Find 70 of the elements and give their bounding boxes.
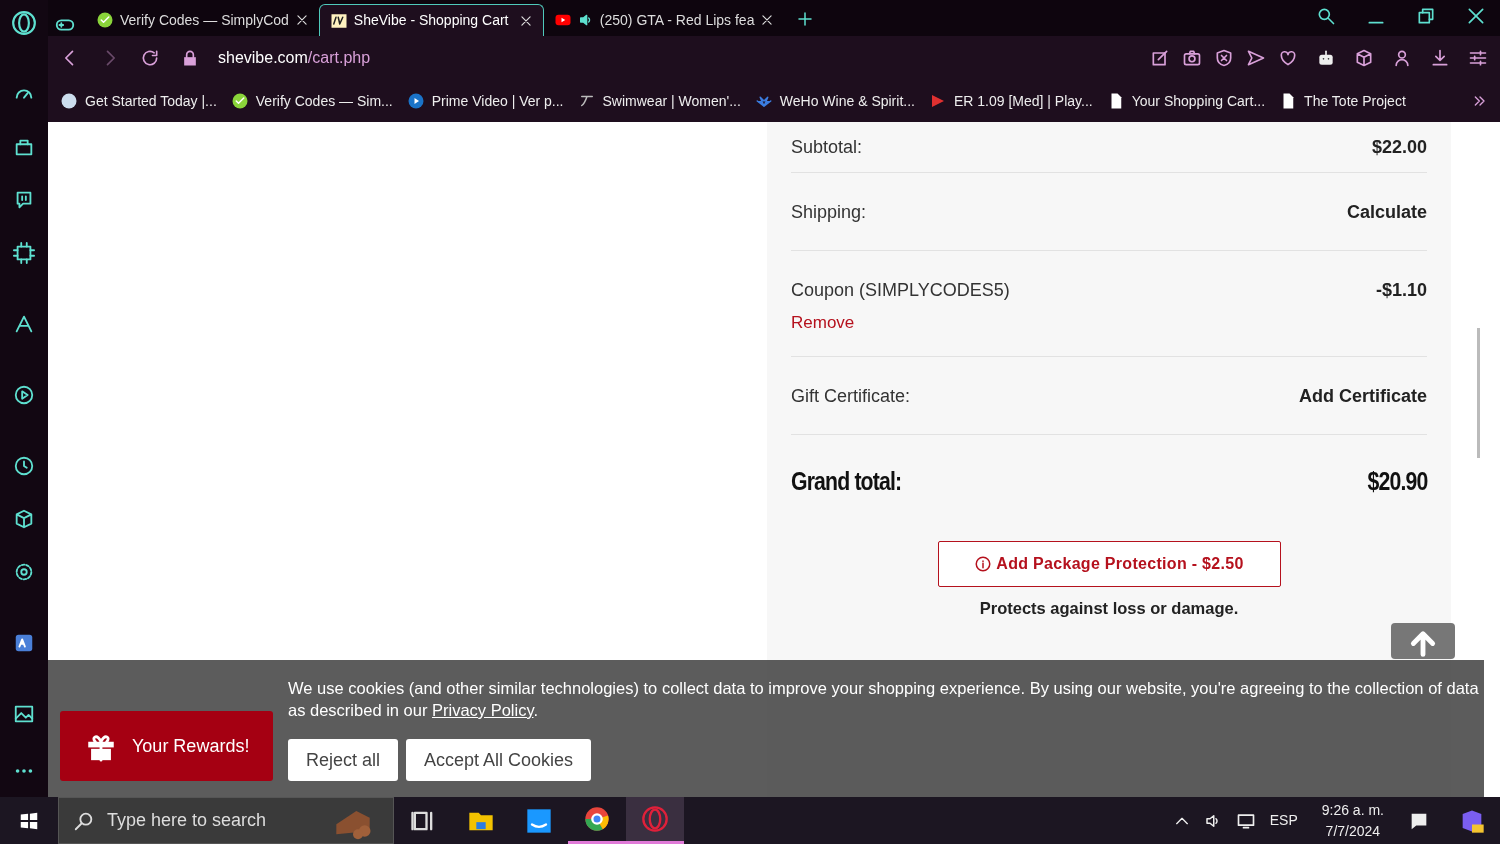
restore-icon[interactable] xyxy=(1416,6,1436,26)
robot-icon[interactable] xyxy=(1316,48,1336,68)
summary-label: Gift Certificate: xyxy=(791,385,911,408)
bookmark-link[interactable]: WeHo Wine & Spirit... xyxy=(754,90,915,112)
info-icon xyxy=(974,554,993,573)
favicon-icon xyxy=(329,11,348,30)
shield-icon[interactable] xyxy=(1214,48,1234,68)
clock-date[interactable]: 7/7/2024 xyxy=(1321,820,1384,842)
scrollbar-thumb[interactable] xyxy=(1477,328,1480,458)
tab-title: Verify Codes — SimplyCod xyxy=(120,10,289,30)
browser-logo-icon[interactable] xyxy=(11,10,37,36)
grand-total-value: $20.90 xyxy=(1367,466,1427,497)
close-icon[interactable] xyxy=(518,13,533,28)
camera-icon[interactable] xyxy=(1182,48,1202,68)
remove-link[interactable]: Remove xyxy=(791,310,855,336)
new-tab-icon[interactable] xyxy=(796,10,815,28)
summary-label: Shipping: xyxy=(791,201,867,224)
bookmark-link[interactable]: Get Started Today |... xyxy=(60,90,217,112)
package-protection-button[interactable]: Add Package Protection - $2.50 xyxy=(937,540,1281,587)
cookie-notice-text: We use cookies (and other similar technologies) to collect data to improve your shopping experience. By using our website, you're agreeing to the collection of data as described in our Privacy Policy. xyxy=(288,678,1480,721)
rewards-button[interactable]: Your Rewards! xyxy=(60,711,273,781)
browser-tab[interactable]: (250) GTA - Red Lips fea xyxy=(543,4,785,36)
favicon-icon xyxy=(60,92,78,110)
bookmark-link[interactable]: Verify Codes — Sim... xyxy=(230,90,393,112)
bookmark-link[interactable]: Swimwear | Women'... xyxy=(577,90,741,112)
chip-icon[interactable] xyxy=(13,241,35,264)
reload-icon[interactable] xyxy=(140,48,160,68)
favicon-icon xyxy=(96,11,114,29)
summary-value[interactable]: Add Certificate xyxy=(1298,383,1427,434)
summary-value: $22.00 xyxy=(1371,136,1427,159)
browser-tab[interactable]: SheVibe - Shopping Cart xyxy=(318,4,544,36)
favicon-icon xyxy=(406,92,425,110)
tab-title: (250) GTA - Red Lips fea xyxy=(599,10,755,30)
bookmark-link[interactable]: The Tote Project xyxy=(1279,90,1406,112)
browser-tab[interactable]: Verify Codes — SimplyCod xyxy=(86,4,319,36)
protection-note: Protects against loss or damage. xyxy=(979,597,1239,619)
address-field[interactable]: shevibe.com/cart.php xyxy=(218,46,371,70)
tab-title: SheVibe - Shopping Cart xyxy=(353,11,510,30)
cube-icon[interactable] xyxy=(13,507,35,530)
video-app-icon[interactable] xyxy=(525,806,553,835)
close-icon[interactable] xyxy=(760,13,775,27)
download-icon[interactable] xyxy=(1430,48,1450,68)
language-indicator[interactable]: ESP xyxy=(1269,810,1298,831)
play-circle-icon[interactable] xyxy=(13,383,35,406)
clock-icon[interactable] xyxy=(13,454,35,477)
send-icon[interactable] xyxy=(1246,48,1266,68)
privacy-policy-link[interactable]: Privacy Policy xyxy=(432,701,534,719)
summary-value[interactable]: Calculate xyxy=(1346,199,1427,250)
reject-cookies-button[interactable]: Reject all xyxy=(288,739,399,781)
grand-total-label: Grand total: xyxy=(791,466,902,497)
bookmark-link[interactable]: Your Shopping Cart... xyxy=(1106,90,1266,112)
chrome-browser-icon[interactable] xyxy=(583,805,611,833)
close-icon[interactable] xyxy=(1466,6,1486,26)
bookmark-link[interactable]: ER 1.09 [Med] | Play... xyxy=(928,90,1093,112)
close-icon[interactable] xyxy=(294,13,309,27)
back-to-top-button[interactable] xyxy=(1391,623,1455,659)
settings-sliders-icon[interactable] xyxy=(1468,48,1488,68)
summary-label: Coupon (SIMPLYCODES5) xyxy=(791,279,1010,302)
cube-icon[interactable] xyxy=(1354,48,1374,68)
clock-time[interactable]: 9:26 a. m. xyxy=(1321,799,1384,821)
accept-cookies-button[interactable]: Accept All Cookies xyxy=(406,739,592,781)
summary-value: -$1.10 xyxy=(1375,279,1427,302)
person-icon[interactable] xyxy=(1392,48,1412,68)
heart-icon[interactable] xyxy=(1278,48,1298,68)
summary-label: Subtotal: xyxy=(791,136,863,159)
search-icon[interactable] xyxy=(1316,6,1336,26)
edit-icon[interactable] xyxy=(1150,48,1170,68)
favicon-icon xyxy=(230,92,249,110)
bookmark-link[interactable]: Prime Video | Ver p... xyxy=(406,90,564,112)
taskbar-search-field[interactable]: Type here to search xyxy=(58,797,394,844)
